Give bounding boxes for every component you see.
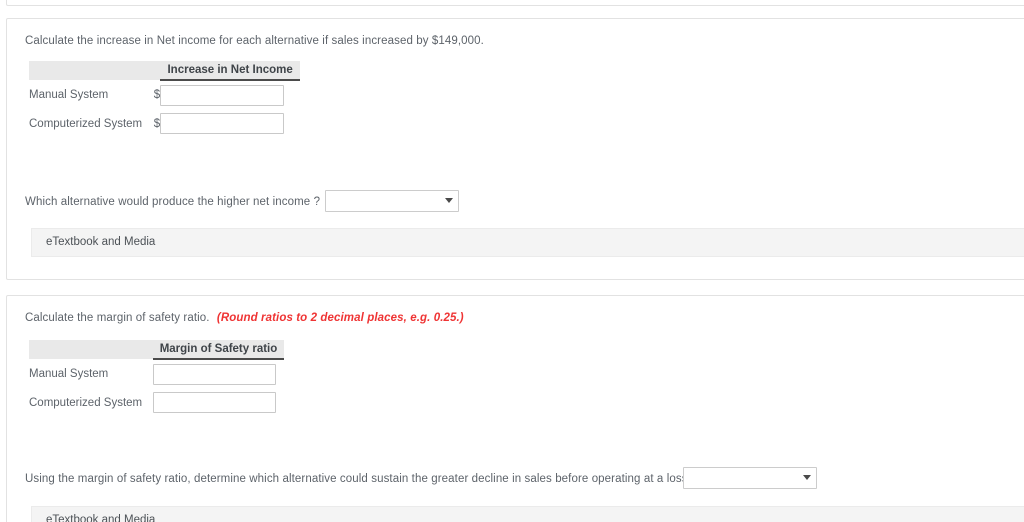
table-row: Manual System	[29, 359, 284, 388]
section2-etextbook-bar[interactable]: eTextbook and Media	[31, 506, 1024, 522]
table-row: Computerized System	[29, 388, 284, 417]
section2-rounding-note: (Round ratios to 2 decimal places, e.g. …	[216, 312, 464, 324]
select-higher-net-income[interactable]: Manual SystemComputerized System	[325, 190, 459, 212]
section2-prompt: Calculate the margin of safety ratio.	[25, 312, 210, 324]
section1-table: Increase in Net Income Manual System $ C…	[29, 61, 301, 138]
section2-select-wrapper: Manual SystemComputerized System	[683, 467, 817, 489]
input-computerized-increase-net-income[interactable]	[160, 113, 285, 134]
cell-manual-mos-ratio	[153, 359, 284, 388]
cell-computerized-mos-ratio	[153, 388, 284, 417]
currency-symbol-computerized: $	[153, 117, 161, 130]
section1-prompt: Calculate the increase in Net income for…	[25, 35, 484, 47]
input-manual-margin-of-safety-ratio[interactable]	[153, 363, 276, 385]
header-blank-cell	[29, 340, 153, 359]
header-increase-net-income: Increase in Net Income	[160, 61, 301, 81]
previous-card-edge	[6, 0, 1024, 6]
section2-table: Margin of Safety ratio Manual System Com…	[29, 340, 284, 417]
row-label-computerized-system: Computerized System	[29, 117, 143, 130]
input-computerized-margin-of-safety-ratio[interactable]	[153, 392, 276, 413]
row-label-computerized-system: Computerized System	[29, 396, 143, 409]
section1-select-wrapper: Manual SystemComputerized System	[325, 190, 459, 212]
section2-question-label: Using the margin of safety ratio, determ…	[25, 473, 691, 485]
section2-prompt-row: Calculate the margin of safety ratio. (R…	[25, 312, 464, 324]
currency-symbol-manual: $	[153, 88, 161, 101]
section1-etextbook-bar[interactable]: eTextbook and Media	[31, 228, 1024, 257]
table-row: Manual System $	[29, 80, 300, 109]
exercise-page: Calculate the increase in Net income for…	[0, 0, 1024, 522]
table-row: Computerized System $	[29, 109, 300, 138]
question-card-2: Calculate the margin of safety ratio. (R…	[6, 295, 1024, 522]
question-card-1: Calculate the increase in Net income for…	[6, 18, 1024, 280]
header-blank-cell	[29, 61, 143, 80]
cell-manual-increase	[160, 80, 300, 109]
row-label-manual-system: Manual System	[29, 88, 109, 101]
table-header-row: Margin of Safety ratio	[29, 340, 284, 360]
input-manual-increase-net-income[interactable]	[160, 84, 285, 106]
table-header-row: Increase in Net Income	[29, 61, 301, 81]
row-label-manual-system: Manual System	[29, 367, 109, 380]
select-greater-decline-alternative[interactable]: Manual SystemComputerized System	[683, 467, 817, 489]
etextbook-and-media-label: eTextbook and Media	[46, 514, 156, 522]
cell-computerized-increase	[160, 109, 300, 138]
header-currency-spacer	[142, 61, 161, 80]
etextbook-and-media-label: eTextbook and Media	[46, 236, 156, 248]
section1-question-label: Which alternative would produce the high…	[25, 196, 321, 208]
header-margin-of-safety-ratio: Margin of Safety ratio	[153, 340, 284, 360]
